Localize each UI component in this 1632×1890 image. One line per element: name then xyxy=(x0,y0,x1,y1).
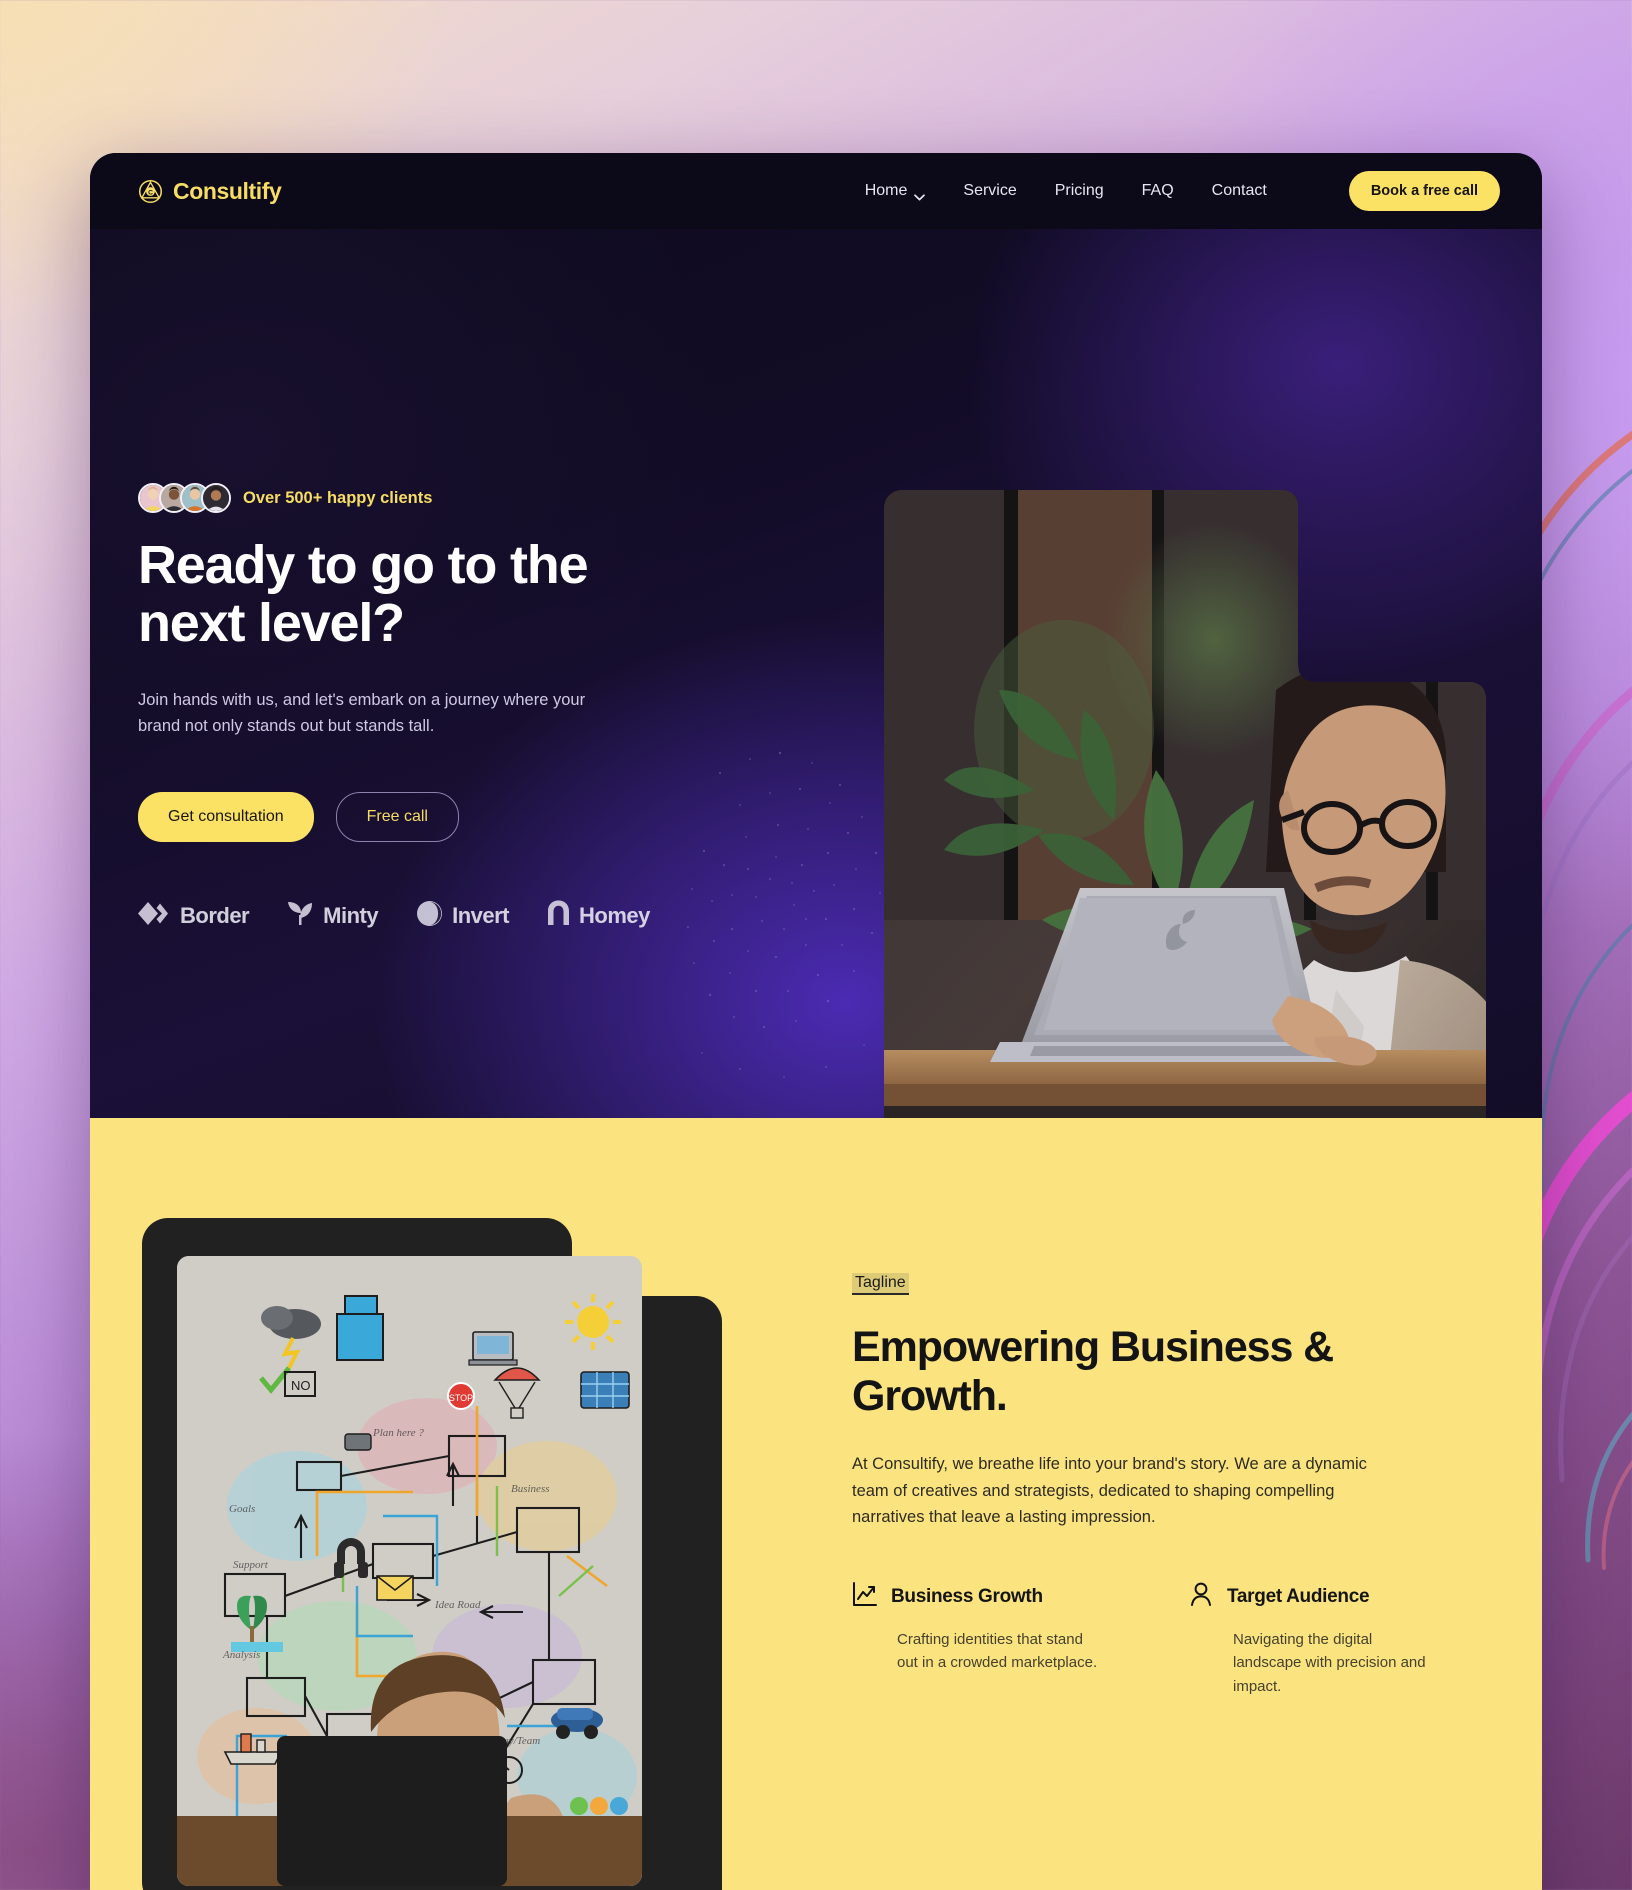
nav-item-service[interactable]: Service xyxy=(963,182,1016,200)
get-consultation-button[interactable]: Get consultation xyxy=(138,791,314,842)
homey-arch-icon xyxy=(547,900,570,931)
feature-header: Business Growth xyxy=(852,1581,1102,1612)
hero-title-line1: Ready to go to the xyxy=(138,535,589,595)
brand-logo-homey: Homey xyxy=(547,900,650,931)
about-title-line2: Growth. xyxy=(852,1372,1008,1421)
feature-description: Navigating the digital landscape with pr… xyxy=(1233,1631,1426,1695)
about-title-line1: Empowering Business & xyxy=(852,1323,1334,1371)
happy-clients-label: Over 500+ happy clients xyxy=(243,488,433,507)
brand-name: Consultify xyxy=(173,177,282,204)
border-chevrons-icon xyxy=(138,901,171,931)
about-content: Tagline Empowering Business & Growth. At… xyxy=(852,1273,1452,1698)
hero-photo xyxy=(884,490,1486,1118)
circle-c-logo-icon: C xyxy=(138,179,163,204)
brand-logo-invert: Invert xyxy=(416,900,509,932)
page-card: C Consultify Home Service Pricing FAQ Co… xyxy=(90,153,1542,1890)
feature-header: Target Audience xyxy=(1188,1581,1438,1612)
svg-text:Goals: Goals xyxy=(229,1503,255,1515)
chevron-down-icon xyxy=(914,188,926,200)
avatar xyxy=(201,483,231,513)
tagline-badge: Tagline xyxy=(852,1273,909,1295)
about-title: Empowering Business & Growth. xyxy=(852,1323,1382,1421)
about-image-container: NO STOP Support Goals Plan here ? Busine… xyxy=(142,1218,722,1890)
nav-item-pricing[interactable]: Pricing xyxy=(1055,182,1104,200)
chart-growth-icon xyxy=(852,1581,878,1612)
hero-title: Ready to go to the next level? xyxy=(138,535,658,653)
brand-label: Invert xyxy=(452,902,509,928)
hero-content: Over 500+ happy clients Ready to go to t… xyxy=(138,483,778,932)
svg-text:Idea Road: Idea Road xyxy=(434,1599,481,1611)
feature-business-growth: Business Growth Crafting identities that… xyxy=(852,1581,1102,1698)
nav-item-faq[interactable]: FAQ xyxy=(1142,182,1174,200)
brand-logo[interactable]: C Consultify xyxy=(138,177,282,205)
happy-clients-row: Over 500+ happy clients xyxy=(138,483,778,513)
svg-text:Plan here ?: Plan here ? xyxy=(372,1427,424,1439)
hero-title-line2: next level? xyxy=(138,592,405,653)
top-navigation-bar: C Consultify Home Service Pricing FAQ Co… xyxy=(90,153,1542,229)
tablet-screen-photo: NO STOP Support Goals Plan here ? Busine… xyxy=(177,1256,642,1886)
book-free-call-button[interactable]: Book a free call xyxy=(1348,171,1500,211)
hero-subtitle: Join hands with us, and let's embark on … xyxy=(138,690,586,736)
hero-image-container xyxy=(884,490,1486,1118)
nav-item-contact[interactable]: Contact xyxy=(1212,182,1267,200)
brand-label: Border xyxy=(180,902,250,928)
svg-text:Support: Support xyxy=(233,1559,269,1571)
feature-title: Target Audience xyxy=(1227,1585,1370,1607)
brand-label: Homey xyxy=(579,902,650,928)
nav-links: Home Service Pricing FAQ Contact Book a … xyxy=(865,171,1500,211)
hero-buttons: Get consultation Free call xyxy=(138,791,778,842)
about-features: Business Growth Crafting identities that… xyxy=(852,1581,1452,1698)
svg-text:STOP: STOP xyxy=(449,1393,473,1403)
client-avatars xyxy=(138,483,231,513)
brand-logo-border: Border xyxy=(138,901,250,931)
svg-text:NO: NO xyxy=(291,1378,311,1393)
nav-item-home-label: Home xyxy=(864,182,908,199)
about-body-text: At Consultify, we breathe life into your… xyxy=(852,1455,1367,1527)
feature-description: Crafting identities that stand out in a … xyxy=(897,1631,1098,1672)
brand-label: Minty xyxy=(323,902,379,928)
free-call-button[interactable]: Free call xyxy=(335,791,459,842)
feature-target-audience: Target Audience Navigating the digital l… xyxy=(1188,1581,1438,1698)
minty-leaf-icon xyxy=(287,900,314,931)
hero-section: C Consultify Home Service Pricing FAQ Co… xyxy=(90,153,1542,1118)
person-audience-icon xyxy=(1188,1581,1214,1612)
brand-logo-minty: Minty xyxy=(287,900,379,931)
about-section: NO STOP Support Goals Plan here ? Busine… xyxy=(90,1118,1542,1890)
svg-text:C: C xyxy=(148,189,153,196)
svg-text:Analysis: Analysis xyxy=(222,1649,260,1661)
brand-logos-row: Border Minty Invert Homey xyxy=(138,900,778,932)
feature-title: Business Growth xyxy=(891,1585,1043,1607)
nav-item-home[interactable]: Home xyxy=(865,182,926,200)
invert-circle-icon xyxy=(416,900,443,932)
svg-text:Business: Business xyxy=(511,1483,550,1495)
